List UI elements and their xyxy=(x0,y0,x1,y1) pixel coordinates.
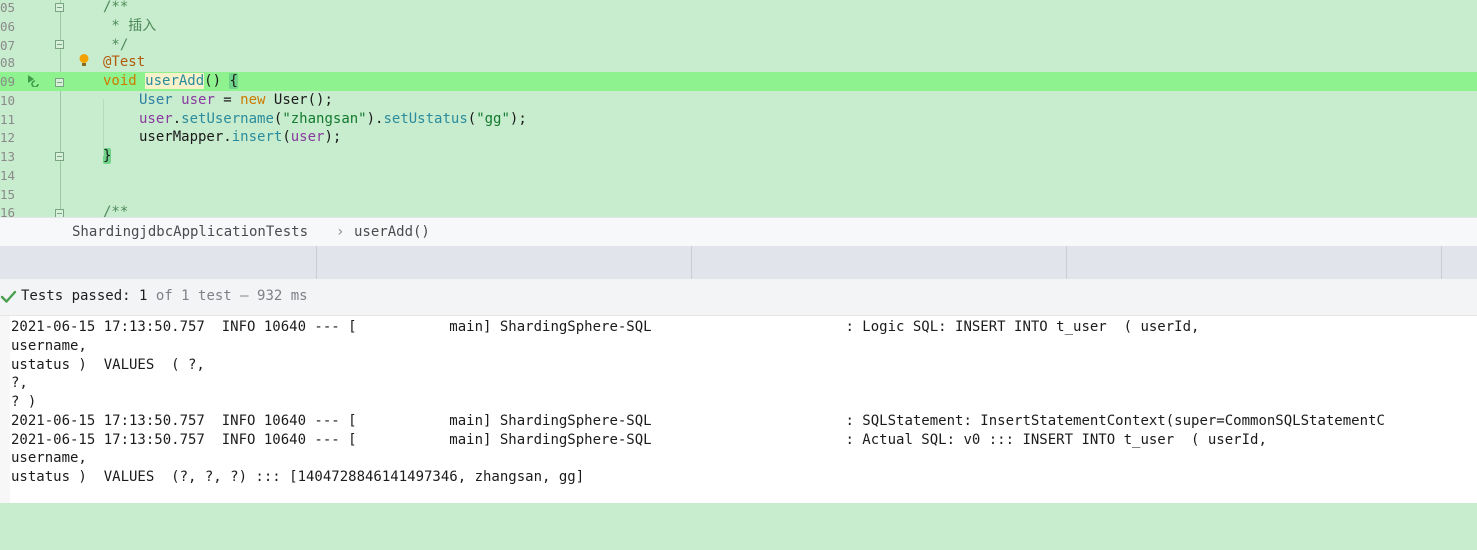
console-line: username, xyxy=(11,450,87,467)
console-lines: 2021-06-15 17:13:50.757 INFO 10640 --- [… xyxy=(11,318,1385,487)
code-line-current[interactable]: 09 void userAdd() { xyxy=(0,72,1477,91)
check-icon xyxy=(0,290,17,303)
code-text: /** xyxy=(103,0,129,15)
line-number: 11 xyxy=(0,112,16,127)
line-number: 06 xyxy=(0,19,16,34)
console-line: 2021-06-15 17:13:50.757 INFO 10640 --- [… xyxy=(11,431,1267,448)
console-line: 2021-06-15 17:13:50.757 INFO 10640 --- [… xyxy=(11,319,1200,335)
code-line[interactable]: 11 user.setUsername("zhangsan").setUstat… xyxy=(0,110,1477,129)
line-number: 10 xyxy=(0,93,16,108)
console-line: 2021-06-15 17:13:50.757 INFO 10640 --- [… xyxy=(11,412,1385,429)
brace: } xyxy=(103,148,112,164)
fold-icon[interactable] xyxy=(55,3,64,12)
run-toolbar xyxy=(0,246,1477,279)
brace: { xyxy=(229,73,238,89)
code-line[interactable]: 08 @Test xyxy=(0,53,1477,72)
code-line[interactable]: 14 xyxy=(0,166,1477,185)
status-detail: of 1 test – 932 ms xyxy=(147,288,308,304)
breadcrumb: ShardingjdbcApplicationTests › userAdd() xyxy=(0,217,1477,247)
console-line: ustatus ) VALUES (?, ?, ?) ::: [14047288… xyxy=(11,469,585,485)
line-number: 15 xyxy=(0,187,16,202)
breadcrumb-method[interactable]: userAdd() xyxy=(354,218,430,246)
line-number: 12 xyxy=(0,130,16,145)
console-line: ustatus ) VALUES ( ?, xyxy=(11,356,205,373)
breadcrumb-class[interactable]: ShardingjdbcApplicationTests xyxy=(72,218,308,246)
toolbar-divider xyxy=(1066,246,1067,279)
console-line: ? ) xyxy=(11,394,37,410)
console-output[interactable]: 2021-06-15 17:13:50.757 INFO 10640 --- [… xyxy=(0,315,1477,504)
code-editor[interactable]: 05 /** 06 * 插入 07 */ 08 @Test 09 void us… xyxy=(0,0,1477,217)
fold-icon[interactable] xyxy=(55,78,64,87)
console-line: username, xyxy=(11,337,87,354)
bulb-icon[interactable] xyxy=(77,53,91,67)
fold-icon[interactable] xyxy=(55,152,64,161)
line-number: 13 xyxy=(0,149,16,164)
annotation-text: @Test xyxy=(103,54,146,70)
breadcrumb-separator: › xyxy=(336,224,345,240)
code-line[interactable]: 15 xyxy=(0,185,1477,204)
code-line[interactable]: 06 * 插入 xyxy=(0,17,1477,36)
line-number: 08 xyxy=(0,55,16,70)
run-test-icon[interactable] xyxy=(25,73,41,87)
status-label: Tests passed: xyxy=(21,288,140,304)
indent-guide xyxy=(103,99,104,156)
code-line[interactable]: 16 /** xyxy=(0,203,1477,217)
code-line[interactable]: 13 } xyxy=(0,147,1477,166)
method-name[interactable]: userAdd xyxy=(145,73,205,89)
console-line: ?, xyxy=(11,375,28,392)
line-number: 16 xyxy=(0,205,16,217)
test-status-bar: Tests passed: 1 of 1 test – 932 ms xyxy=(0,279,1477,315)
line-number: 14 xyxy=(0,168,16,183)
keyword: void xyxy=(103,73,137,89)
fold-icon[interactable] xyxy=(55,40,64,49)
toolbar-divider xyxy=(1441,246,1442,279)
code-line[interactable]: 10 User user = new User(); xyxy=(0,91,1477,110)
toolbar-divider xyxy=(691,246,692,279)
code-text: * 插入 xyxy=(103,18,157,34)
line-number: 05 xyxy=(0,0,16,15)
toolbar-divider xyxy=(316,246,317,279)
line-number: 09 xyxy=(0,74,16,89)
fold-icon[interactable] xyxy=(55,209,64,217)
code-text: /** xyxy=(103,204,129,217)
code-line[interactable]: 12 userMapper.insert(user); xyxy=(0,128,1477,147)
console-gutter xyxy=(0,316,10,504)
code-line[interactable]: 05 /** xyxy=(0,0,1477,17)
